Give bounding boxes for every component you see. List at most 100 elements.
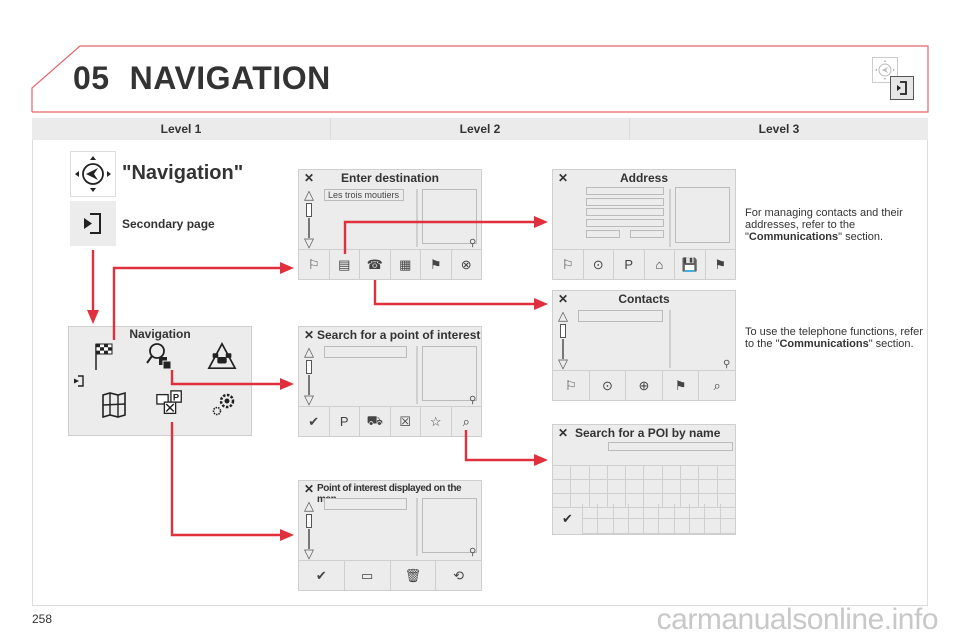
keyboard-key[interactable] [644, 480, 663, 493]
search-poi-icon[interactable] [145, 341, 175, 371]
gps-location-icon[interactable]: ⊙ [584, 250, 614, 279]
address-field-extra-2[interactable] [630, 230, 664, 238]
keyboard-key[interactable] [598, 504, 614, 518]
refresh-poi-icon[interactable]: ⟲ [436, 561, 481, 590]
zoom-list-icon[interactable]: ⚲ [723, 359, 730, 370]
scroll-down-icon[interactable]: ▽ [304, 236, 314, 249]
keyboard-key[interactable] [553, 466, 572, 479]
address-field-extra-1[interactable] [586, 230, 620, 238]
keyboard-key[interactable] [705, 519, 721, 533]
scroll-up-icon[interactable]: △ [558, 309, 568, 322]
destination-flag-icon[interactable]: ⚐ [299, 250, 330, 279]
keyboard-key[interactable] [590, 466, 608, 479]
scrollbar-thumb[interactable] [560, 324, 566, 338]
flag-icon[interactable]: ⚑ [421, 250, 452, 279]
keyboard-key[interactable] [590, 480, 608, 493]
delete-icon[interactable]: 🗑 [391, 561, 437, 590]
map-grid-icon[interactable]: ▦ [391, 250, 421, 279]
keyboard-key[interactable] [718, 480, 735, 493]
contacts-book-icon[interactable]: ☎ [360, 250, 391, 279]
keyboard-key[interactable] [614, 504, 629, 518]
keyboard-key[interactable] [644, 519, 660, 533]
keyboard-key[interactable] [629, 519, 645, 533]
close-icon[interactable]: ✕ [304, 482, 314, 496]
keyboard-key[interactable] [583, 519, 599, 533]
keyboard-key[interactable] [614, 519, 629, 533]
zoom-list-icon[interactable]: ⚲ [469, 395, 476, 406]
search-input[interactable] [324, 346, 407, 358]
settings-gears-icon[interactable] [209, 389, 239, 419]
validate-icon[interactable]: ✔ [299, 407, 330, 436]
close-icon[interactable]: ✕ [304, 328, 314, 342]
keyboard-key[interactable] [659, 504, 675, 518]
navigate-contact-icon[interactable]: ⊙ [590, 371, 627, 400]
keyboard-key[interactable] [626, 466, 645, 479]
address-card-icon[interactable]: ▤ [330, 250, 360, 279]
add-contact-icon[interactable]: ⊕ [626, 371, 663, 400]
poi-name-input[interactable] [608, 442, 733, 451]
contact-search-input[interactable] [578, 310, 663, 322]
keyboard-key[interactable] [721, 519, 735, 533]
traffic-icon[interactable] [207, 341, 237, 371]
validate-icon[interactable]: ✔ [299, 561, 345, 590]
select-area-icon[interactable]: ▭ [345, 561, 391, 590]
waypoint-flag-icon[interactable]: ⚑ [706, 250, 736, 279]
keyboard-key[interactable] [699, 466, 718, 479]
keyboard-key[interactable] [571, 466, 590, 479]
scrollbar-thumb[interactable] [306, 203, 312, 217]
scroll-down-icon[interactable]: ▽ [558, 357, 568, 370]
home-icon[interactable]: ⌂ [645, 250, 675, 279]
keyboard-key[interactable] [675, 504, 691, 518]
poi-categories-icon[interactable]: P [155, 389, 185, 419]
back-icon[interactable] [72, 366, 86, 396]
keyboard-key[interactable] [681, 480, 700, 493]
keyboard-key[interactable] [626, 480, 645, 493]
keyboard-key[interactable] [705, 504, 721, 518]
destination-flag-icon[interactable]: ⚐ [553, 371, 590, 400]
keyboard-key[interactable] [553, 480, 572, 493]
scroll-down-icon[interactable]: ▽ [304, 393, 314, 406]
keyboard-key[interactable] [675, 519, 691, 533]
keyboard-key[interactable] [699, 480, 718, 493]
keyboard-key[interactable] [629, 504, 645, 518]
scrollbar-thumb[interactable] [306, 514, 312, 528]
search-by-name-icon[interactable]: ⌕ [452, 407, 482, 436]
keyboard-key[interactable] [690, 519, 706, 533]
keyboard-key[interactable] [644, 466, 663, 479]
keyboard-key[interactable] [608, 480, 627, 493]
scroll-up-icon[interactable]: △ [304, 499, 314, 512]
keyboard-key[interactable] [681, 466, 700, 479]
car-icon[interactable]: ⛟ [360, 407, 391, 436]
scrollbar-thumb[interactable] [306, 360, 312, 374]
navigation-compass-icon[interactable] [70, 151, 116, 197]
checkered-flag-icon[interactable] [89, 341, 119, 371]
poi-categories-icon[interactable]: P [330, 407, 360, 436]
validate-button[interactable]: ✔ [553, 504, 583, 534]
scroll-down-icon[interactable]: ▽ [304, 547, 314, 560]
secondary-page-icon[interactable] [70, 201, 116, 246]
zoom-list-icon[interactable]: ⚲ [469, 547, 476, 558]
poi-icon[interactable]: P [614, 250, 645, 279]
address-field-city[interactable] [586, 198, 664, 206]
scroll-up-icon[interactable]: △ [304, 345, 314, 358]
keyboard-key[interactable] [718, 466, 735, 479]
keyboard-key[interactable] [659, 519, 675, 533]
scroll-up-icon[interactable]: △ [304, 188, 314, 201]
close-icon[interactable]: ✕ [558, 426, 568, 440]
address-field-street[interactable] [586, 208, 664, 216]
waypoint-flag-icon[interactable]: ⚑ [663, 371, 700, 400]
hotel-icon[interactable]: ☒ [391, 407, 421, 436]
save-icon[interactable]: 💾 [675, 250, 706, 279]
destination-input[interactable]: Les trois moutiers [324, 189, 404, 201]
map-icon[interactable] [99, 389, 129, 419]
zoom-list-icon[interactable]: ⚲ [469, 238, 476, 249]
keyboard-key[interactable] [663, 466, 682, 479]
keyboard-key[interactable] [583, 504, 599, 518]
address-field-number[interactable] [586, 219, 664, 227]
keyboard-key[interactable] [690, 504, 706, 518]
crosshair-icon[interactable]: ⊗ [452, 250, 482, 279]
favorites-star-icon[interactable]: ☆ [421, 407, 452, 436]
address-field-country[interactable] [586, 187, 664, 195]
keyboard-key[interactable] [608, 466, 627, 479]
keyboard-key[interactable] [663, 480, 682, 493]
